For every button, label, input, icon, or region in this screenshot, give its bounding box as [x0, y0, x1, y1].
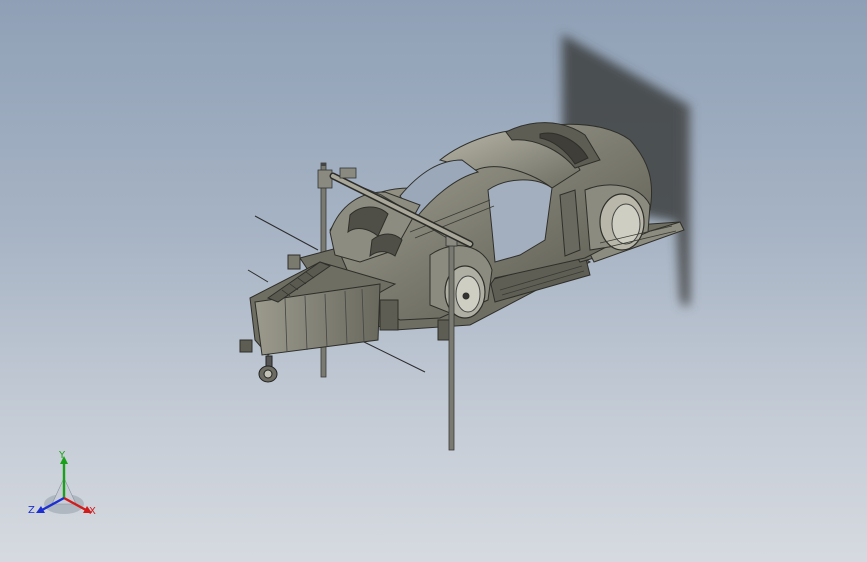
coordinate-triad: Y X Z [26, 448, 102, 522]
triad-y-label: Y [59, 450, 66, 461]
triad-z-label: Z [28, 505, 35, 516]
caster-wheel [258, 355, 278, 383]
graphics-viewport[interactable]: Y X Z [0, 0, 867, 562]
triad-x-label: X [89, 506, 96, 517]
model-scene[interactable] [0, 0, 867, 562]
